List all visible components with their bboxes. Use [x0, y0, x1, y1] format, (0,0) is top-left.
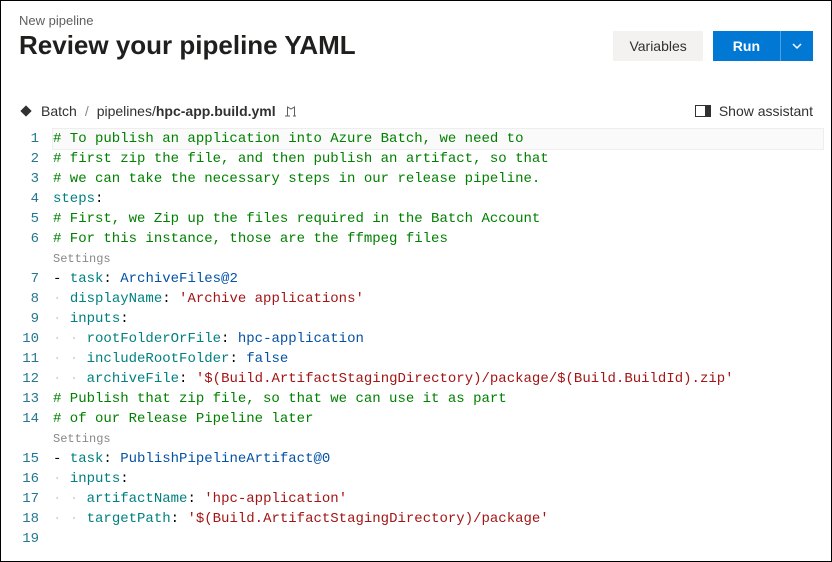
code-line[interactable]: # Publish that zip file, so that we can …	[53, 389, 823, 409]
code-line[interactable]	[53, 529, 823, 549]
code-line[interactable]: · inputs:	[53, 469, 823, 489]
chevron-down-icon	[791, 40, 803, 52]
code-line[interactable]: - task: ArchiveFiles@2	[53, 269, 823, 289]
code-line[interactable]: steps:	[53, 189, 823, 209]
code-line[interactable]: # First, we Zip up the files required in…	[53, 209, 823, 229]
breadcrumb: New pipeline	[19, 13, 813, 28]
run-dropdown-button[interactable]	[780, 31, 813, 61]
code-line[interactable]: # To publish an application into Azure B…	[53, 129, 823, 149]
code-line[interactable]: # of our Release Pipeline later	[53, 409, 823, 429]
settings-link[interactable]: Settings	[53, 249, 823, 269]
file-path: Batch / pipelines/hpc-app.build.yml	[19, 103, 300, 119]
page-header: New pipeline Review your pipeline YAML V…	[1, 1, 831, 61]
code-line[interactable]: # we can take the necessary steps in our…	[53, 169, 823, 189]
code-area[interactable]: # To publish an application into Azure B…	[53, 129, 823, 549]
repo-icon	[19, 104, 33, 118]
panel-icon	[695, 105, 711, 117]
code-line[interactable]: # first zip the file, and then publish a…	[53, 149, 823, 169]
code-line[interactable]: · · includeRootFolder: false	[53, 349, 823, 369]
repo-name[interactable]: Batch	[41, 103, 77, 119]
variables-button[interactable]: Variables	[613, 31, 702, 61]
file-path-text[interactable]: pipelines/hpc-app.build.yml	[97, 103, 276, 119]
code-line[interactable]: - task: PublishPipelineArtifact@0	[53, 449, 823, 469]
settings-link[interactable]: Settings	[53, 429, 823, 449]
edit-icon[interactable]	[284, 104, 300, 118]
code-line[interactable]: · · targetPath: '$(Build.ArtifactStaging…	[53, 509, 823, 529]
show-assistant-label: Show assistant	[719, 103, 813, 119]
code-line[interactable]: · · rootFolderOrFile: hpc-application	[53, 329, 823, 349]
header-actions: Variables Run	[613, 31, 813, 61]
title-row: Review your pipeline YAML Variables Run	[19, 30, 813, 61]
code-line[interactable]: · displayName: 'Archive applications'	[53, 289, 823, 309]
code-line[interactable]: · · artifactName: 'hpc-application'	[53, 489, 823, 509]
yaml-editor[interactable]: 12345678910111213141516171819 # To publi…	[1, 129, 831, 549]
page-title: Review your pipeline YAML	[19, 30, 356, 61]
code-line[interactable]: · inputs:	[53, 309, 823, 329]
file-bar: Batch / pipelines/hpc-app.build.yml Show…	[1, 89, 831, 129]
run-button-group: Run	[713, 31, 813, 61]
code-line[interactable]: · · archiveFile: '$(Build.ArtifactStagin…	[53, 369, 823, 389]
path-separator: /	[85, 103, 89, 119]
code-line[interactable]: # For this instance, those are the ffmpe…	[53, 229, 823, 249]
run-button[interactable]: Run	[713, 31, 780, 61]
show-assistant-button[interactable]: Show assistant	[695, 103, 813, 119]
line-gutter: 12345678910111213141516171819	[9, 129, 53, 549]
